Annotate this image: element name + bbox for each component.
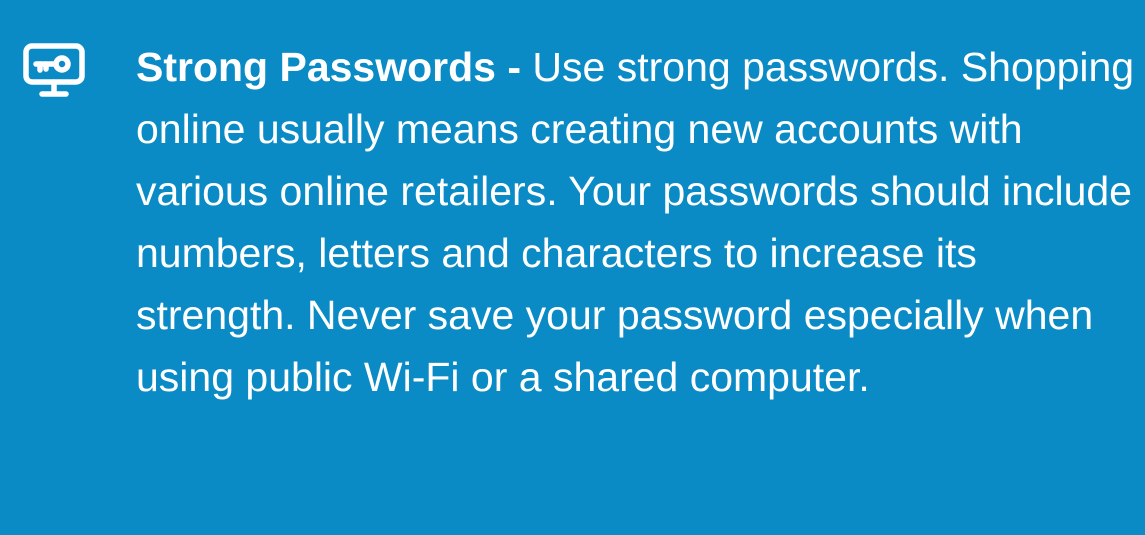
tip-text: Strong Passwords - Use strong passwords.… — [136, 36, 1141, 408]
tip-body: Use strong passwords. Shopping online us… — [136, 44, 1135, 400]
password-tip: Strong Passwords - Use strong passwords.… — [0, 0, 1145, 535]
tip-title: Strong Passwords - — [136, 44, 522, 90]
monitor-key-icon — [18, 40, 90, 100]
